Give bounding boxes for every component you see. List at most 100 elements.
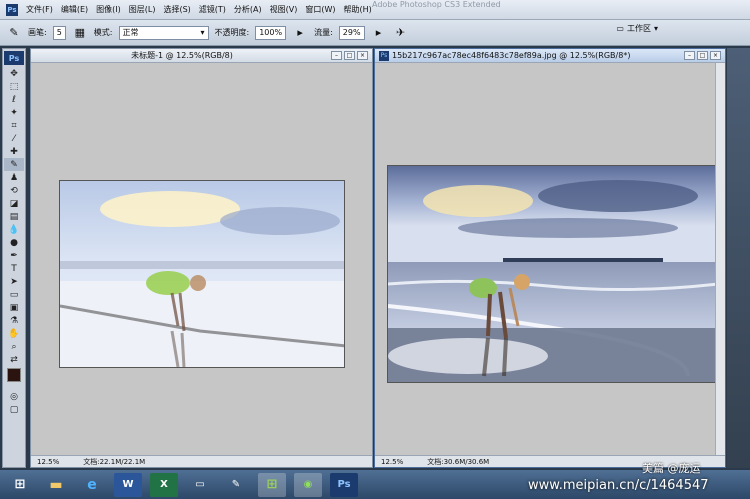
taskbar-excel[interactable]: X (150, 472, 178, 497)
menu-file[interactable]: 文件(F) (26, 4, 53, 15)
minimize-icon[interactable]: – (331, 51, 342, 60)
lasso-tool-icon[interactable]: ℓ (4, 93, 24, 106)
workspace-label: 工作区 (626, 24, 651, 33)
close-icon[interactable]: × (710, 51, 721, 60)
blur-tool-icon[interactable]: 💧 (4, 223, 24, 236)
path-selection-tool-icon[interactable]: ➤ (4, 275, 24, 288)
taskbar-wechat[interactable]: ◉ (294, 472, 322, 497)
minimize-icon[interactable]: – (684, 51, 695, 60)
folder-icon: ▬ (49, 476, 63, 493)
flow-label: 流量: (314, 28, 333, 37)
healing-brush-tool-icon[interactable]: ✚ (4, 145, 24, 158)
document-size[interactable]: 文档:22.1M/22.1M (83, 457, 145, 467)
taskbar-tablet[interactable]: ▭ (186, 473, 214, 497)
painted-canvas-image[interactable] (59, 180, 345, 368)
mode-select[interactable]: 正常 ▾ (118, 25, 209, 40)
mode-label: 模式: (93, 28, 113, 37)
notes-tool-icon[interactable]: ▣ (4, 301, 24, 314)
start-button[interactable]: ⊞ (6, 473, 34, 497)
clone-stamp-tool-icon[interactable]: ♟ (4, 171, 24, 184)
document-title: 未标题-1 @ 12.5%(RGB/8) (131, 51, 233, 60)
brush-size-picker[interactable]: 5 (52, 25, 66, 40)
watermark-brand: 美篇 @庞运 (642, 462, 701, 475)
status-bar: 12.5% 文档:22.1M/22.1M (31, 455, 372, 467)
canvas-area[interactable] (375, 63, 725, 455)
opacity-label: 不透明度: (214, 28, 250, 37)
taskbar-windows[interactable]: ⊞ (258, 472, 286, 497)
beach-photo-image (388, 166, 716, 382)
chevron-down-icon: ▾ (200, 28, 205, 37)
photoshop-logo-icon: Ps (4, 51, 24, 65)
taskbar-explorer[interactable]: ▬ (42, 473, 70, 497)
quick-mask-icon[interactable]: ◎ (4, 390, 24, 403)
crop-tool-icon[interactable]: ⌗ (4, 119, 24, 132)
brush-label: 画笔: (28, 28, 47, 37)
swap-colors-icon[interactable]: ⇄ (4, 353, 24, 366)
zoom-level[interactable]: 12.5% (37, 458, 59, 466)
eyedropper-tool-icon[interactable]: ⚗ (4, 314, 24, 327)
vertical-scrollbar[interactable] (715, 63, 725, 455)
menu-window[interactable]: 窗口(W) (305, 4, 335, 15)
photoshop-logo-icon: Ps (6, 3, 18, 16)
windows-flag-icon: ⊞ (266, 477, 278, 492)
slice-tool-icon[interactable]: ⁄ (4, 132, 24, 145)
history-brush-tool-icon[interactable]: ⟲ (4, 184, 24, 197)
taskbar-pen[interactable]: ✎ (222, 473, 250, 497)
tablet-icon: ▭ (195, 479, 205, 490)
windows-logo-icon: ⊞ (14, 477, 26, 492)
move-tool-icon[interactable]: ✥ (4, 67, 24, 80)
shape-tool-icon[interactable]: ▭ (4, 288, 24, 301)
app-title: Adobe Photoshop CS3 Extended (372, 0, 501, 9)
canvas-area[interactable] (31, 63, 372, 455)
chevron-down-icon: ▾ (653, 24, 658, 33)
beach-photo[interactable] (387, 165, 717, 383)
type-tool-icon[interactable]: T (4, 262, 24, 275)
flow-input[interactable]: 29% (338, 25, 365, 40)
wechat-icon: ◉ (303, 479, 313, 490)
brush-tool-icon[interactable]: ✎ (4, 158, 24, 171)
menu-image[interactable]: 图像(I) (96, 4, 121, 15)
brush-tool-icon[interactable]: ✎ (6, 25, 22, 41)
document-window-untitled[interactable]: 未标题-1 @ 12.5%(RGB/8) – □ × 12.5% 文档:22.1… (30, 48, 373, 468)
screen-mode-icon[interactable]: ▢ (4, 403, 24, 416)
workspace-icon: ▭ (616, 24, 624, 33)
zoom-tool-icon[interactable]: ⌕ (4, 340, 24, 353)
toolbox: Ps ✥ ⬚ ℓ ✦ ⌗ ⁄ ✚ ✎ ♟ ⟲ ◪ ▤ 💧 ● ✒ T ➤ ▭ ▣… (2, 48, 26, 468)
document-size[interactable]: 文档:30.6M/30.6M (427, 457, 489, 467)
maximize-icon[interactable]: □ (697, 51, 708, 60)
zoom-level[interactable]: 12.5% (381, 458, 403, 466)
opacity-slider-icon[interactable]: ▸ (292, 25, 308, 41)
pen-tool-icon[interactable]: ✒ (4, 249, 24, 262)
gradient-tool-icon[interactable]: ▤ (4, 210, 24, 223)
menu-edit[interactable]: 编辑(E) (61, 4, 88, 15)
close-icon[interactable]: × (357, 51, 368, 60)
workspace-button[interactable]: ▭ 工作区 ▾ (616, 23, 658, 34)
airbrush-icon[interactable]: ✈ (393, 25, 409, 41)
menu-help[interactable]: 帮助(H) (344, 4, 372, 15)
menu-view[interactable]: 视图(V) (270, 4, 298, 15)
brush-panel-icon[interactable]: ▦ (72, 25, 88, 41)
document-window-photo[interactable]: Ps 15b217c967ac78ec48f6483c78ef89a.jpg @… (374, 48, 726, 468)
menu-select[interactable]: 选择(S) (163, 4, 190, 15)
maximize-icon[interactable]: □ (344, 51, 355, 60)
menu-analysis[interactable]: 分析(A) (234, 4, 262, 15)
menu-layer[interactable]: 图层(L) (129, 4, 156, 15)
taskbar-ie[interactable]: e (78, 473, 106, 497)
pen-icon: ✎ (231, 479, 241, 490)
dodge-tool-icon[interactable]: ● (4, 236, 24, 249)
document-title-bar[interactable]: Ps 15b217c967ac78ec48f6483c78ef89a.jpg @… (375, 49, 725, 63)
taskbar-photoshop[interactable]: Ps (330, 472, 358, 497)
menu-filter[interactable]: 滤镜(T) (199, 4, 226, 15)
document-title-bar[interactable]: 未标题-1 @ 12.5%(RGB/8) – □ × (31, 49, 372, 63)
taskbar-word[interactable]: W (114, 472, 142, 497)
opacity-input[interactable]: 100% (255, 25, 287, 40)
hand-tool-icon[interactable]: ✋ (4, 327, 24, 340)
document-title: 15b217c967ac78ec48f6483c78ef89a.jpg @ 12… (392, 51, 631, 60)
excel-icon: X (160, 479, 168, 490)
eraser-tool-icon[interactable]: ◪ (4, 197, 24, 210)
magic-wand-tool-icon[interactable]: ✦ (4, 106, 24, 119)
marquee-tool-icon[interactable]: ⬚ (4, 80, 24, 93)
foreground-color-swatch[interactable] (7, 368, 21, 382)
flow-slider-icon[interactable]: ▸ (371, 25, 387, 41)
photoshop-icon: Ps (337, 479, 351, 490)
